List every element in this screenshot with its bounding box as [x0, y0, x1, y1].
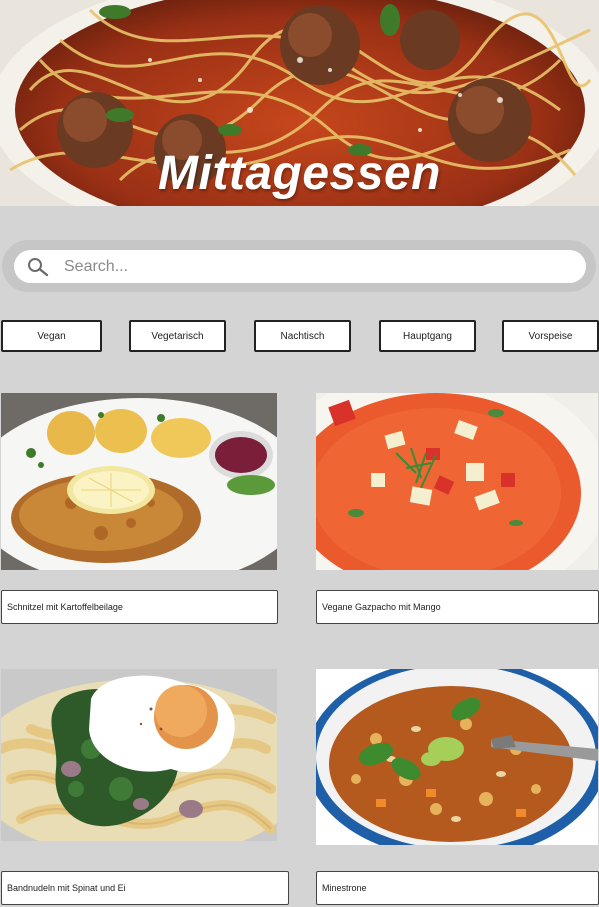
search-input[interactable] [62, 256, 546, 277]
filter-vegetarisch-button[interactable]: Vegetarisch [129, 320, 226, 352]
schnitzel-photo [1, 393, 277, 570]
filter-label: Vorspeise [528, 330, 573, 342]
filter-hauptgang-button[interactable]: Hauptgang [379, 320, 476, 352]
filter-label: Nachtisch [280, 330, 325, 342]
recipe-card-image[interactable] [1, 669, 277, 841]
filter-label: Hauptgang [403, 330, 452, 342]
recipe-title-text: Vegane Gazpacho mit Mango [322, 602, 441, 612]
gazpacho-photo [316, 393, 598, 570]
recipe-card-image[interactable] [1, 393, 277, 570]
recipe-title-text: Bandnudeln mit Spinat und Ei [7, 883, 126, 893]
noodles-spinach-egg-photo [1, 669, 277, 841]
search-field[interactable] [14, 250, 586, 283]
minestrone-photo [316, 669, 598, 845]
filter-vorspeise-button[interactable]: Vorspeise [502, 320, 599, 352]
filter-label: Vegan [37, 330, 66, 342]
recipe-card-title[interactable]: Minestrone [316, 871, 599, 905]
recipe-card-image[interactable] [316, 393, 598, 570]
recipe-title-text: Minestrone [322, 883, 367, 893]
page: Mittagessen Vegan Vegetarisch Nachtisch … [0, 0, 599, 907]
recipe-card-image[interactable] [316, 669, 598, 845]
recipe-card-title[interactable]: Schnitzel mit Kartoffelbeilage [1, 590, 278, 624]
page-title: Mittagessen [158, 147, 441, 200]
hero-banner: Mittagessen [0, 0, 599, 206]
search-icon [28, 257, 49, 276]
filter-vegan-button[interactable]: Vegan [1, 320, 102, 352]
filter-nachtisch-button[interactable]: Nachtisch [254, 320, 351, 352]
recipe-card-title[interactable]: Vegane Gazpacho mit Mango [316, 590, 599, 624]
search-bar [2, 240, 596, 292]
recipe-card-title[interactable]: Bandnudeln mit Spinat und Ei [1, 871, 289, 905]
filter-label: Vegetarisch [151, 330, 204, 342]
recipe-title-text: Schnitzel mit Kartoffelbeilage [7, 602, 123, 612]
